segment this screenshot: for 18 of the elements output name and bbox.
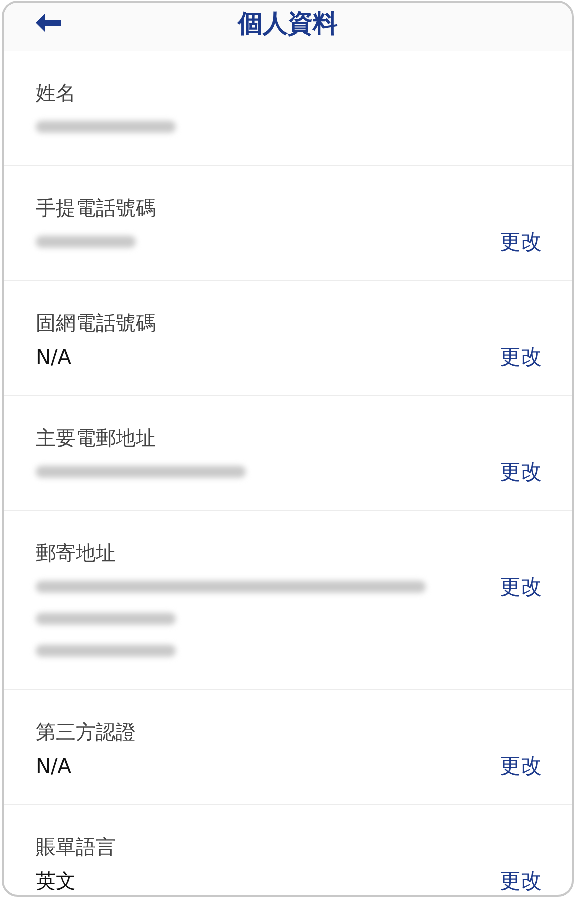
change-link[interactable]: 更改 (500, 341, 542, 373)
change-link[interactable]: 更改 (500, 226, 542, 258)
back-arrow-icon[interactable] (34, 13, 62, 33)
change-link[interactable]: 更改 (500, 571, 542, 603)
field-label: 賬單語言 (36, 834, 116, 861)
field-value: N/A (36, 344, 72, 371)
field-value: N/A (36, 753, 72, 780)
field-value: 英文 (36, 868, 76, 895)
field-label: 第三方認證 (36, 719, 136, 746)
field-label: 姓名 (36, 80, 76, 107)
page-title: 個人資料 (238, 8, 338, 40)
change-link[interactable]: 更改 (500, 750, 542, 782)
field-label: 主要電郵地址 (36, 425, 156, 452)
change-link[interactable]: 更改 (500, 456, 542, 488)
change-link[interactable]: 更改 (500, 865, 542, 895)
field-label: 固網電話號碼 (36, 310, 156, 337)
field-label: 郵寄地址 (36, 540, 116, 567)
field-label: 手提電話號碼 (36, 195, 156, 222)
